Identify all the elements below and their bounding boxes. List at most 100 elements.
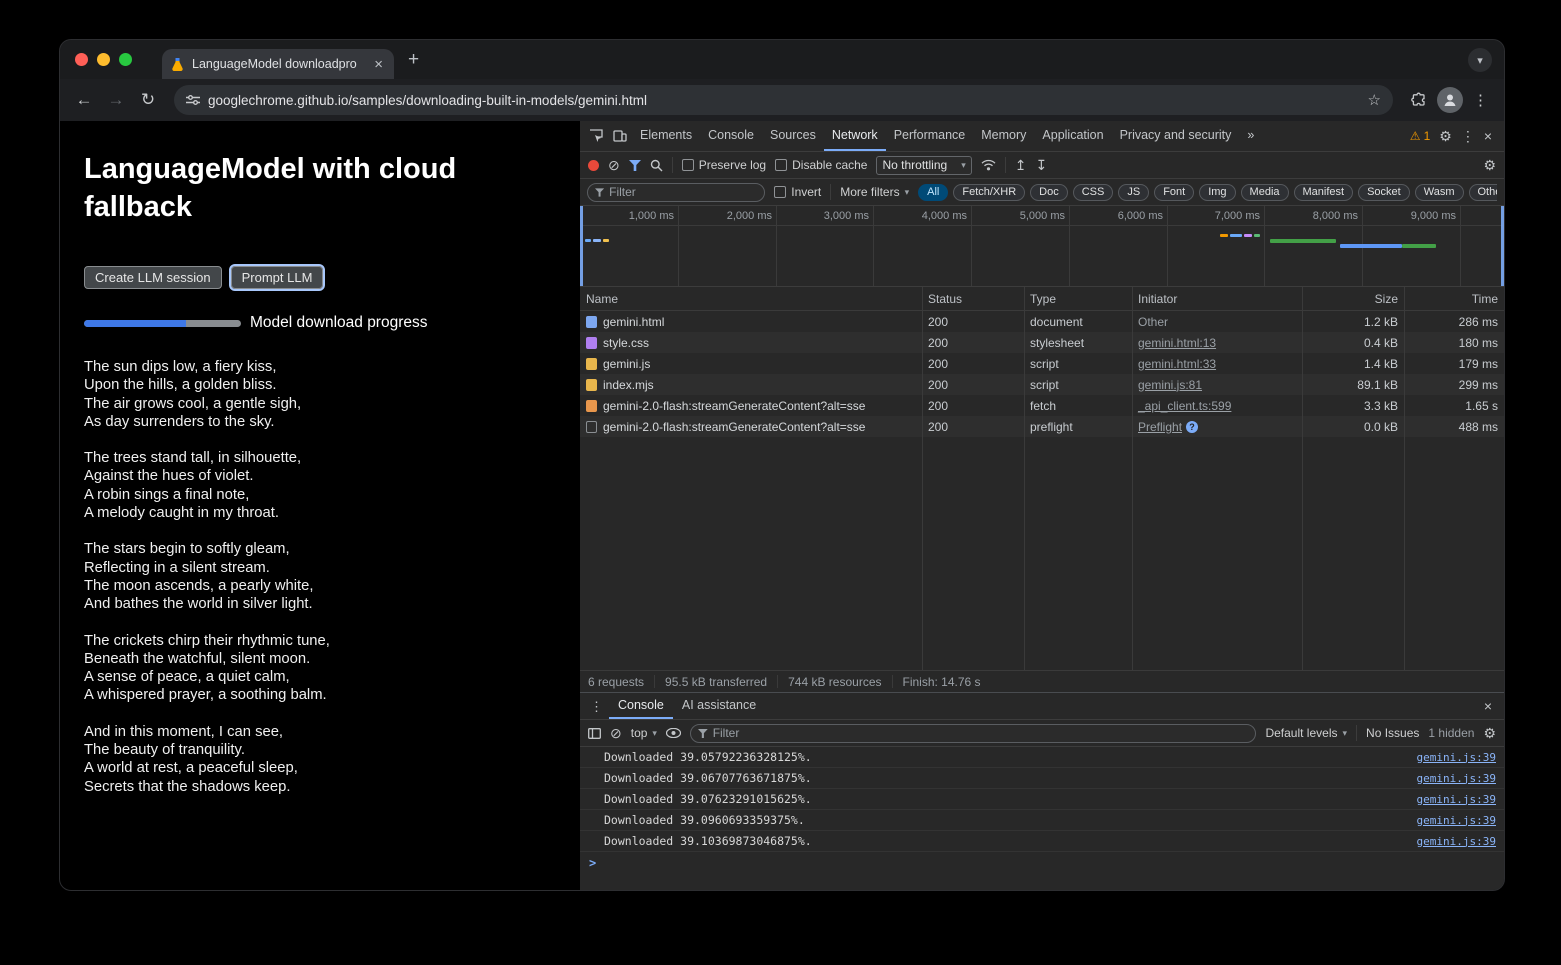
network-filter-input[interactable] — [609, 185, 757, 199]
site-settings-icon[interactable] — [186, 94, 200, 106]
devtools-close-icon[interactable]: × — [1484, 129, 1492, 143]
browser-menu-icon[interactable]: ⋮ — [1467, 91, 1494, 109]
filter-chip-js[interactable]: JS — [1118, 184, 1149, 201]
bookmark-star-icon[interactable]: ☆ — [1368, 91, 1381, 109]
network-filter-box[interactable] — [587, 183, 765, 202]
console-context-select[interactable]: top▾ — [631, 726, 657, 740]
window-minimize-button[interactable] — [97, 53, 110, 66]
window-close-button[interactable] — [75, 53, 88, 66]
more-filters-dropdown[interactable]: More filters▾ — [840, 185, 909, 199]
devtools-tab-privacy[interactable]: Privacy and security — [1112, 121, 1240, 151]
column-header-name[interactable]: Name — [580, 292, 922, 306]
drawer-tab-console[interactable]: Console — [609, 693, 673, 719]
network-request-row[interactable]: gemini-2.0-flash:streamGenerateContent?a… — [580, 395, 1504, 416]
console-sidebar-icon[interactable] — [588, 728, 601, 739]
log-levels-select[interactable]: Default levels▾ — [1265, 726, 1347, 740]
filter-chip-fetch-xhr[interactable]: Fetch/XHR — [953, 184, 1025, 201]
drawer-close-icon[interactable]: × — [1484, 699, 1500, 713]
disable-cache-checkbox[interactable]: Disable cache — [775, 158, 867, 172]
network-overview-timeline[interactable]: 1,000 ms 2,000 ms 3,000 ms 4,000 ms 5,00… — [580, 206, 1504, 287]
filter-chip-media[interactable]: Media — [1241, 184, 1289, 201]
profile-avatar[interactable] — [1437, 87, 1463, 113]
clear-console-icon[interactable]: ⊘ — [610, 726, 622, 740]
devtools-tab-sources[interactable]: Sources — [762, 121, 824, 151]
network-request-row[interactable]: gemini.html 200 document Other 1.2 kB 28… — [580, 311, 1504, 332]
column-header-status[interactable]: Status — [922, 292, 1024, 306]
more-tabs-icon[interactable]: » — [1239, 121, 1262, 151]
back-button[interactable]: ← — [70, 86, 98, 114]
console-filter-input[interactable] — [713, 726, 1249, 740]
initiator-link[interactable]: Preflight — [1138, 420, 1182, 434]
export-har-icon[interactable]: ↥ — [1015, 158, 1027, 172]
filter-chip-img[interactable]: Img — [1199, 184, 1235, 201]
network-request-row[interactable]: gemini-2.0-flash:streamGenerateContent?a… — [580, 416, 1504, 437]
no-issues-label[interactable]: No Issues — [1366, 726, 1419, 740]
inspect-element-icon[interactable] — [584, 124, 608, 148]
tab-close-icon[interactable]: × — [371, 56, 386, 73]
column-header-time[interactable]: Time — [1404, 292, 1504, 306]
issues-warning-badge[interactable]: ⚠1 — [1410, 129, 1430, 143]
column-header-initiator[interactable]: Initiator — [1132, 292, 1302, 306]
browser-tab[interactable]: LanguageModel downloadpro × — [162, 49, 394, 79]
network-request-row[interactable]: style.css 200 stylesheet gemini.html:13 … — [580, 332, 1504, 353]
filter-chip-css[interactable]: CSS — [1073, 184, 1114, 201]
initiator-link[interactable]: gemini.js:81 — [1138, 378, 1202, 392]
eye-icon[interactable] — [666, 728, 681, 738]
filter-chip-manifest[interactable]: Manifest — [1294, 184, 1354, 201]
preflight-info-icon[interactable]: ? — [1186, 421, 1198, 433]
drawer-menu-icon[interactable]: ⋮ — [584, 700, 609, 713]
url-input[interactable] — [208, 93, 1360, 108]
console-filter-box[interactable] — [690, 724, 1257, 743]
preserve-log-checkbox[interactable]: Preserve log — [682, 158, 766, 172]
overview-left-handle[interactable] — [580, 206, 583, 286]
record-network-log-button[interactable] — [588, 160, 599, 171]
network-settings-icon[interactable]: ⚙ — [1483, 158, 1496, 172]
console-settings-icon[interactable]: ⚙ — [1483, 726, 1496, 740]
initiator-link[interactable]: gemini.html:13 — [1138, 336, 1216, 350]
prompt-llm-button[interactable]: Prompt LLM — [231, 266, 324, 289]
console-prompt[interactable]: > — [580, 852, 1504, 874]
network-request-row[interactable]: index.mjs 200 script gemini.js:81 89.1 k… — [580, 374, 1504, 395]
devtools-tab-application[interactable]: Application — [1034, 121, 1111, 151]
window-zoom-button[interactable] — [119, 53, 132, 66]
devtools-tab-memory[interactable]: Memory — [973, 121, 1034, 151]
initiator-link[interactable]: gemini.html:33 — [1138, 357, 1216, 371]
filter-chip-socket[interactable]: Socket — [1358, 184, 1410, 201]
filter-chip-font[interactable]: Font — [1154, 184, 1194, 201]
filter-chip-other[interactable]: Other — [1469, 184, 1498, 201]
console-source-link[interactable]: gemini.js:39 — [1417, 814, 1496, 827]
initiator-link[interactable]: _api_client.ts:599 — [1138, 399, 1231, 413]
reload-button[interactable]: ↻ — [134, 86, 162, 114]
column-header-type[interactable]: Type — [1024, 292, 1132, 306]
overview-right-handle[interactable] — [1501, 206, 1504, 286]
console-source-link[interactable]: gemini.js:39 — [1417, 835, 1496, 848]
filter-chip-doc[interactable]: Doc — [1030, 184, 1068, 201]
devtools-menu-icon[interactable]: ⋮ — [1461, 129, 1475, 143]
devtools-tab-elements[interactable]: Elements — [632, 121, 700, 151]
clear-network-log-icon[interactable]: ⊘ — [608, 158, 620, 172]
console-source-link[interactable]: gemini.js:39 — [1417, 793, 1496, 806]
search-icon[interactable] — [650, 159, 663, 172]
column-header-size[interactable]: Size — [1302, 292, 1404, 306]
devtools-tab-performance[interactable]: Performance — [886, 121, 974, 151]
network-conditions-icon[interactable] — [981, 159, 996, 171]
network-request-row[interactable]: gemini.js 200 script gemini.html:33 1.4 … — [580, 353, 1504, 374]
import-har-icon[interactable]: ↧ — [1035, 158, 1047, 172]
extensions-icon[interactable] — [1405, 86, 1433, 114]
invert-filter-checkbox[interactable]: Invert — [774, 185, 821, 199]
filter-chip-wasm[interactable]: Wasm — [1415, 184, 1464, 201]
throttling-select[interactable]: No throttling▾ — [876, 156, 971, 175]
filter-chip-all[interactable]: All — [918, 184, 948, 201]
devtools-tab-console[interactable]: Console — [700, 121, 762, 151]
console-source-link[interactable]: gemini.js:39 — [1417, 751, 1496, 764]
new-tab-button[interactable]: + — [408, 50, 419, 69]
hidden-messages-label[interactable]: 1 hidden — [1428, 726, 1474, 740]
console-source-link[interactable]: gemini.js:39 — [1417, 772, 1496, 785]
tab-search-button[interactable]: ▾ — [1468, 48, 1492, 72]
forward-button[interactable]: → — [102, 86, 130, 114]
devtools-tab-network[interactable]: Network — [824, 121, 886, 151]
device-toolbar-icon[interactable] — [608, 124, 632, 148]
omnibox[interactable]: ☆ — [174, 85, 1393, 115]
create-llm-session-button[interactable]: Create LLM session — [84, 266, 222, 289]
filter-toggle-icon[interactable] — [629, 160, 641, 171]
